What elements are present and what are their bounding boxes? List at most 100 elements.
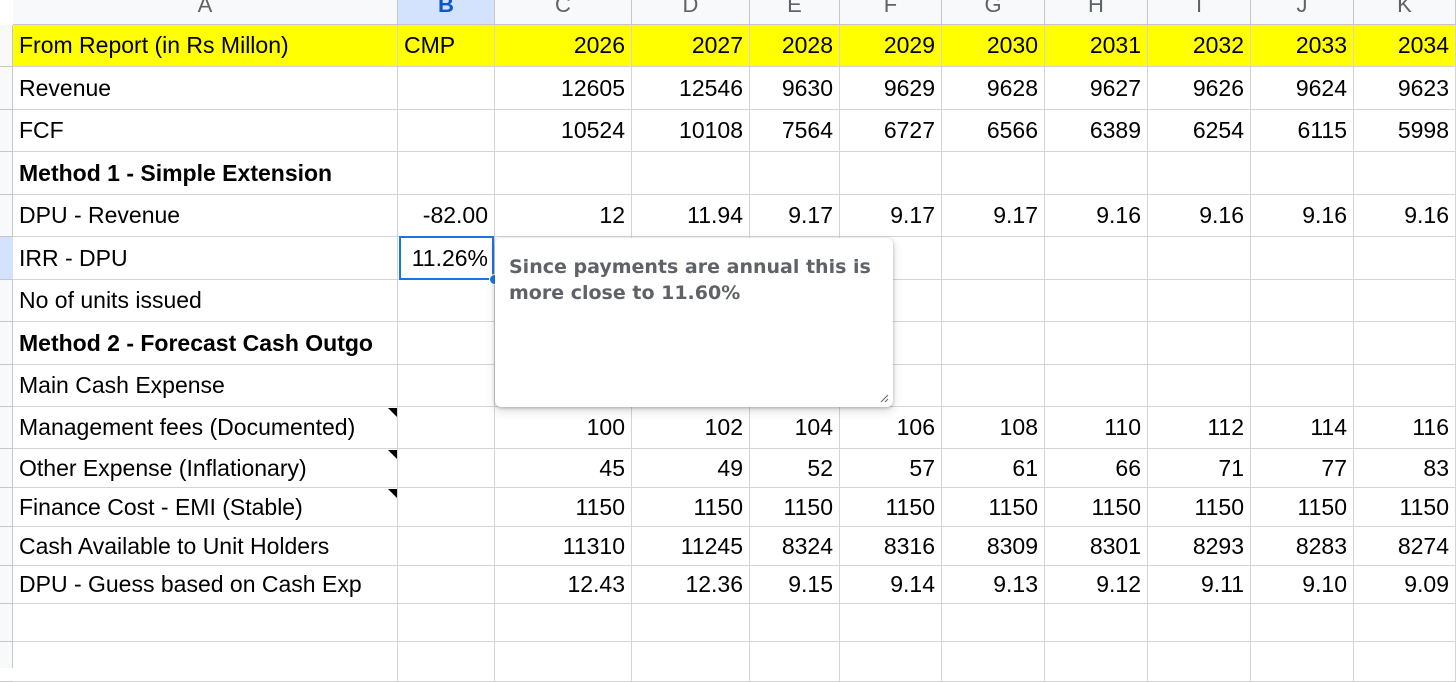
cell-comment-popup[interactable]: Since payments are annual this is more c… xyxy=(495,238,893,407)
value-cell[interactable]: 1150 xyxy=(632,488,750,527)
value-cell[interactable] xyxy=(942,152,1045,195)
value-cell[interactable] xyxy=(942,280,1045,322)
column-header-g[interactable]: G xyxy=(942,0,1045,25)
cmp-cell[interactable] xyxy=(398,280,495,322)
value-cell[interactable] xyxy=(1045,604,1148,642)
value-cell[interactable]: 9.15 xyxy=(750,566,840,604)
value-cell[interactable] xyxy=(1045,642,1148,682)
value-cell[interactable]: 6389 xyxy=(1045,110,1148,152)
cmp-cell[interactable] xyxy=(398,407,495,449)
value-cell[interactable]: 8316 xyxy=(840,527,942,566)
value-cell[interactable] xyxy=(942,642,1045,682)
value-cell[interactable]: 9629 xyxy=(840,67,942,110)
value-cell[interactable]: 12 xyxy=(495,195,632,237)
value-cell[interactable]: 1150 xyxy=(1045,488,1148,527)
value-cell[interactable] xyxy=(942,237,1045,280)
value-cell[interactable]: 77 xyxy=(1251,449,1354,488)
row-header-1[interactable] xyxy=(0,25,13,67)
cmp-cell[interactable] xyxy=(398,67,495,110)
row-header-8[interactable] xyxy=(0,322,13,365)
value-cell[interactable]: 104 xyxy=(750,407,840,449)
value-cell[interactable]: 2031 xyxy=(1045,25,1148,67)
resize-handle-icon[interactable] xyxy=(879,393,889,403)
row-label-cell[interactable]: FCF xyxy=(13,110,398,152)
value-cell[interactable]: 9624 xyxy=(1251,67,1354,110)
value-cell[interactable] xyxy=(1251,322,1354,365)
value-cell[interactable] xyxy=(1045,365,1148,407)
value-cell[interactable]: 9.17 xyxy=(750,195,840,237)
row-header-3[interactable] xyxy=(0,110,13,152)
value-cell[interactable] xyxy=(1148,642,1251,682)
row-header-6[interactable] xyxy=(0,237,13,280)
value-cell[interactable] xyxy=(750,642,840,682)
row-label-cell[interactable]: Management fees (Documented) xyxy=(13,407,398,449)
value-cell[interactable]: 9.13 xyxy=(942,566,1045,604)
value-cell[interactable]: 6727 xyxy=(840,110,942,152)
value-cell[interactable]: 100 xyxy=(495,407,632,449)
row-label-cell[interactable]: DPU - Guess based on Cash Exp xyxy=(13,566,398,604)
column-header-j[interactable]: J xyxy=(1251,0,1354,25)
value-cell[interactable]: 57 xyxy=(840,449,942,488)
comment-text[interactable]: Since payments are annual this is more c… xyxy=(509,254,879,306)
value-cell[interactable] xyxy=(1045,237,1148,280)
value-cell[interactable]: 9.17 xyxy=(840,195,942,237)
column-header-i[interactable]: I xyxy=(1148,0,1251,25)
value-cell[interactable]: 110 xyxy=(1045,407,1148,449)
cmp-cell[interactable] xyxy=(398,604,495,642)
row-header-14[interactable] xyxy=(0,566,13,604)
cmp-cell[interactable] xyxy=(398,642,495,682)
value-cell[interactable] xyxy=(1148,322,1251,365)
value-cell[interactable]: 102 xyxy=(632,407,750,449)
row-label-cell[interactable]: Main Cash Expense xyxy=(13,365,398,407)
column-header-f[interactable]: F xyxy=(840,0,942,25)
row-header-10[interactable] xyxy=(0,407,13,449)
value-cell[interactable]: 9.17 xyxy=(942,195,1045,237)
value-cell[interactable] xyxy=(750,604,840,642)
row-label-cell[interactable]: Finance Cost - EMI (Stable) xyxy=(13,488,398,527)
value-cell[interactable]: 6566 xyxy=(942,110,1045,152)
value-cell[interactable]: 1150 xyxy=(1148,488,1251,527)
value-cell[interactable]: 2030 xyxy=(942,25,1045,67)
row-label-cell[interactable]: Cash Available to Unit Holders xyxy=(13,527,398,566)
value-cell[interactable] xyxy=(1148,365,1251,407)
value-cell[interactable]: 9627 xyxy=(1045,67,1148,110)
value-cell[interactable] xyxy=(1354,280,1456,322)
row-header-16[interactable] xyxy=(0,642,13,682)
value-cell[interactable] xyxy=(750,152,840,195)
value-cell[interactable]: 2027 xyxy=(632,25,750,67)
value-cell[interactable] xyxy=(1354,642,1456,682)
value-cell[interactable]: 7564 xyxy=(750,110,840,152)
value-cell[interactable]: 10524 xyxy=(495,110,632,152)
value-cell[interactable] xyxy=(1251,365,1354,407)
value-cell[interactable]: 9623 xyxy=(1354,67,1456,110)
value-cell[interactable]: 1150 xyxy=(1354,488,1456,527)
value-cell[interactable]: 12.43 xyxy=(495,566,632,604)
cmp-cell[interactable] xyxy=(398,527,495,566)
value-cell[interactable]: 6254 xyxy=(1148,110,1251,152)
row-label-cell[interactable]: Method 2 - Forecast Cash Outgo xyxy=(13,322,398,365)
value-cell[interactable]: 11.94 xyxy=(632,195,750,237)
value-cell[interactable]: 112 xyxy=(1148,407,1251,449)
value-cell[interactable]: 83 xyxy=(1354,449,1456,488)
value-cell[interactable]: 71 xyxy=(1148,449,1251,488)
value-cell[interactable]: 8309 xyxy=(942,527,1045,566)
value-cell[interactable]: 1150 xyxy=(750,488,840,527)
value-cell[interactable]: 9.14 xyxy=(840,566,942,604)
value-cell[interactable]: 9.12 xyxy=(1045,566,1148,604)
value-cell[interactable] xyxy=(1148,280,1251,322)
value-cell[interactable] xyxy=(942,604,1045,642)
value-cell[interactable] xyxy=(1251,642,1354,682)
row-label-cell[interactable] xyxy=(13,642,398,682)
value-cell[interactable] xyxy=(840,604,942,642)
value-cell[interactable]: 12.36 xyxy=(632,566,750,604)
column-header-b[interactable]: B xyxy=(398,0,495,25)
column-header-a[interactable]: A xyxy=(13,0,398,25)
value-cell[interactable]: 12605 xyxy=(495,67,632,110)
value-cell[interactable] xyxy=(1354,322,1456,365)
value-cell[interactable]: 9628 xyxy=(942,67,1045,110)
row-header-11[interactable] xyxy=(0,449,13,488)
value-cell[interactable] xyxy=(632,152,750,195)
value-cell[interactable] xyxy=(1354,365,1456,407)
value-cell[interactable]: 11245 xyxy=(632,527,750,566)
value-cell[interactable]: 8274 xyxy=(1354,527,1456,566)
